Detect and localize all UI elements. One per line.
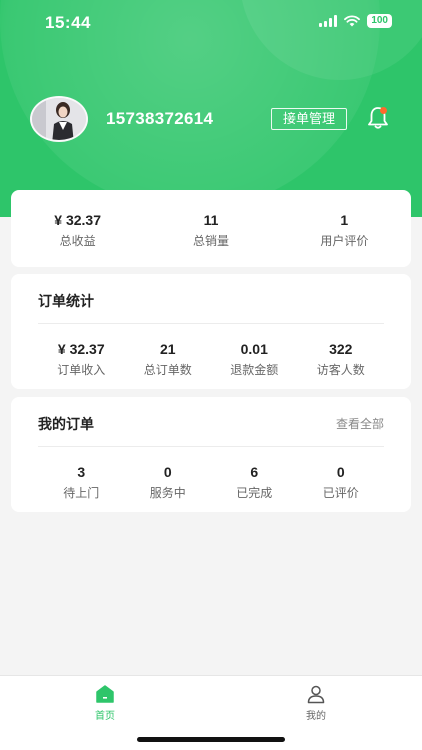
battery-level: 100: [367, 14, 392, 28]
stat-label: 待上门: [63, 486, 100, 500]
stat-label: 总订单数: [143, 363, 192, 377]
stat-label: 总收益: [59, 234, 96, 248]
tab-mine[interactable]: 我的: [286, 684, 346, 722]
stat-value: 6: [250, 464, 259, 480]
order-stats-card: 订单统计 ¥ 32.37 订单收入 21 总订单数 0.01 退款金额 322 …: [11, 274, 411, 389]
avatar[interactable]: [30, 96, 88, 142]
signal-icon: [319, 15, 338, 27]
stat-refund-amount: 0.01 退款金额: [211, 341, 298, 378]
stat-value: 3: [77, 464, 86, 480]
order-status-in-service[interactable]: 0 服务中: [125, 464, 212, 501]
stat-value: 1: [340, 212, 349, 228]
order-status-completed[interactable]: 6 已完成: [211, 464, 298, 501]
stat-value: 21: [159, 341, 176, 357]
card-title: 我的订单: [38, 416, 94, 432]
my-orders-card: 我的订单 查看全部 3 待上门 0 服务中 6 已完成 0 已评价: [11, 397, 411, 512]
view-all-link[interactable]: 查看全部: [336, 415, 384, 432]
tab-label: 首页: [95, 711, 115, 722]
user-icon: [307, 685, 325, 704]
stat-visitors: 322 访客人数: [298, 341, 385, 378]
stat-label: 已完成: [236, 486, 273, 500]
user-phone: 15738372614: [106, 109, 214, 128]
stat-label: 用户评价: [320, 234, 369, 248]
order-management-button[interactable]: 接单管理: [271, 108, 347, 130]
stat-label: 退款金额: [230, 363, 279, 377]
divider: [38, 446, 384, 447]
stat-total-earnings[interactable]: ¥ 32.37 总收益: [11, 212, 144, 267]
status-time: 15:44: [45, 13, 91, 32]
status-icons: 100: [319, 14, 392, 28]
stat-value: ¥ 32.37: [54, 212, 102, 228]
stat-label: 访客人数: [316, 363, 365, 377]
stat-value: 322: [329, 341, 353, 357]
stat-user-reviews[interactable]: 1 用户评价: [278, 212, 411, 267]
card-title: 订单统计: [38, 293, 94, 309]
wifi-icon: [344, 15, 361, 27]
order-status-reviewed[interactable]: 0 已评价: [298, 464, 385, 501]
stat-value: 0: [336, 464, 345, 480]
stat-value: 0.01: [240, 341, 268, 357]
tab-label: 我的: [306, 711, 326, 722]
stat-value: 11: [203, 212, 219, 228]
summary-card: ¥ 32.37 总收益 11 总销量 1 用户评价: [11, 190, 411, 267]
stat-value: 0: [163, 464, 172, 480]
divider: [38, 323, 384, 324]
stat-label: 订单收入: [57, 363, 106, 377]
notification-badge: [380, 107, 387, 114]
home-icon: [96, 685, 114, 703]
stat-label: 已评价: [322, 486, 359, 500]
stat-total-sales[interactable]: 11 总销量: [144, 212, 277, 267]
stat-total-orders: 21 总订单数: [125, 341, 212, 378]
stat-value: ¥ 32.37: [57, 341, 105, 357]
stat-label: 总销量: [192, 234, 229, 248]
stat-order-income: ¥ 32.37 订单收入: [38, 341, 125, 378]
home-indicator: [137, 737, 285, 742]
stat-label: 服务中: [149, 486, 186, 500]
tab-home[interactable]: 首页: [75, 684, 135, 722]
order-status-pending-visit[interactable]: 3 待上门: [38, 464, 125, 501]
